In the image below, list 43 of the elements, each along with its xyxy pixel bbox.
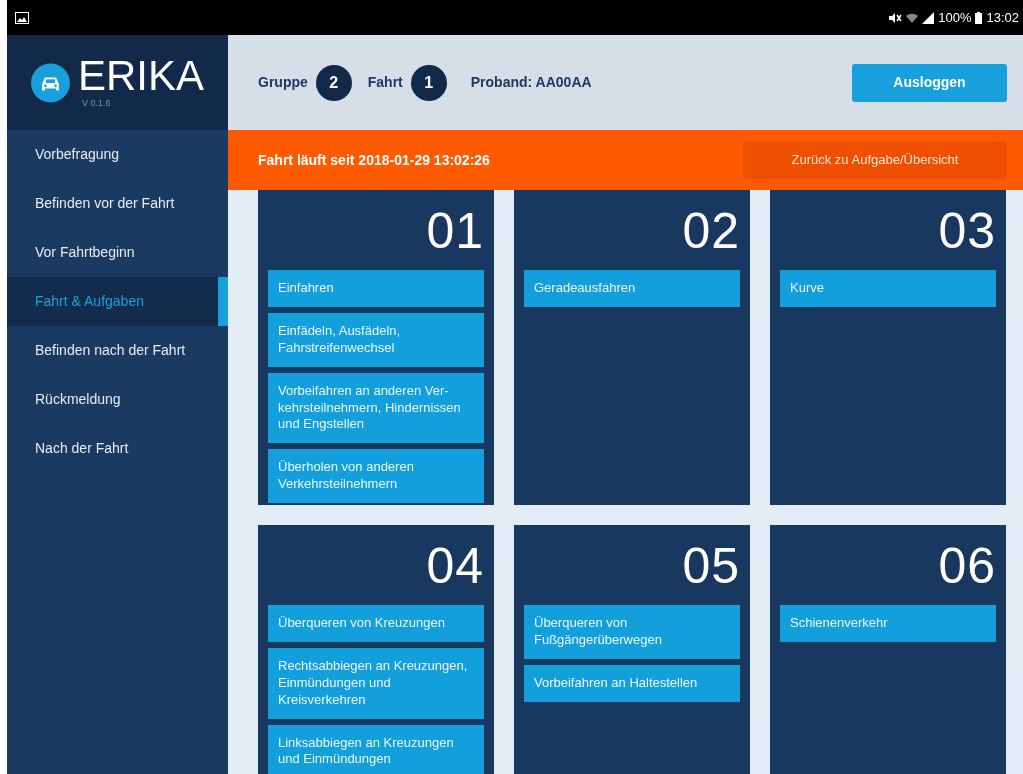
back-button[interactable]: Zurück zu Aufgabe/Übersicht xyxy=(743,141,1007,179)
sidebar-item[interactable]: Vorbefragung xyxy=(7,130,228,179)
battery-percentage: 100% xyxy=(938,8,972,27)
clock-time: 13:02 xyxy=(986,8,1019,27)
subject-label: Proband: AA00AA xyxy=(470,73,592,92)
task-button[interactable]: Vorbeifahren an Haltestellen xyxy=(524,664,740,702)
signal-icon xyxy=(922,11,935,24)
task-button[interactable]: Linksabbiegen an Kreuzungen und Einmündungen xyxy=(268,724,484,774)
drive-number: 1 xyxy=(410,64,447,101)
task-button[interactable]: Einfahren xyxy=(268,270,484,307)
task-button[interactable]: Einfädeln, Ausfädeln, Fahrstreifenwechsel xyxy=(268,312,484,367)
version-label: V 0.1.6 xyxy=(81,96,112,110)
wifi-icon xyxy=(906,11,919,24)
section-number: 05 xyxy=(681,541,740,591)
task-button[interactable]: Überqueren von Kreuzungen xyxy=(268,605,484,642)
sidebar-item[interactable]: Nach der Fahrt xyxy=(7,424,228,473)
group-number: 2 xyxy=(315,64,352,101)
task-button[interactable]: Kurve xyxy=(780,270,996,307)
section-number: 02 xyxy=(681,206,740,256)
battery-icon xyxy=(975,11,983,24)
app-name: ERIKA xyxy=(77,54,204,97)
section-number: 01 xyxy=(425,206,484,256)
section-number: 03 xyxy=(937,206,996,256)
car-icon xyxy=(31,61,70,104)
task-button[interactable]: Rechtsabbiegen an Kreuzungen, Einmündungen und Kreisverkehren xyxy=(268,647,484,719)
sidebar-item[interactable]: Fahrt & Aufgaben xyxy=(7,277,228,326)
task-button[interactable]: Überqueren von Fußgängerüberwegen xyxy=(524,605,740,659)
logout-button[interactable]: Ausloggen xyxy=(852,63,1007,102)
task-button[interactable]: Überholen von anderen Verkehrsteilnehmern xyxy=(268,449,484,504)
task-button[interactable]: Geradeausfahren xyxy=(524,270,740,307)
drive-label: Fahrt xyxy=(367,73,403,92)
task-button[interactable]: Schienenverkehr xyxy=(780,605,996,642)
task-button[interactable]: Vorbeifahren an anderen Ver-kehrsteilnehmern, Hindernissen und Engstellen xyxy=(268,372,484,444)
section-number: 04 xyxy=(425,541,484,591)
mute-icon xyxy=(888,11,903,24)
sidebar-item[interactable]: Vor Fahrtbeginn xyxy=(7,228,228,277)
sidebar-item[interactable]: Befinden nach der Fahrt xyxy=(7,326,228,375)
sidebar-item[interactable]: Befinden vor der Fahrt xyxy=(7,179,228,228)
drive-running-text: Fahrt läuft seit 2018-01-29 13:02:26 xyxy=(258,150,490,170)
group-label: Gruppe xyxy=(258,73,308,92)
sidebar-item[interactable]: Rückmeldung xyxy=(7,375,228,424)
section-number: 06 xyxy=(937,541,996,591)
gallery-icon xyxy=(15,11,29,24)
